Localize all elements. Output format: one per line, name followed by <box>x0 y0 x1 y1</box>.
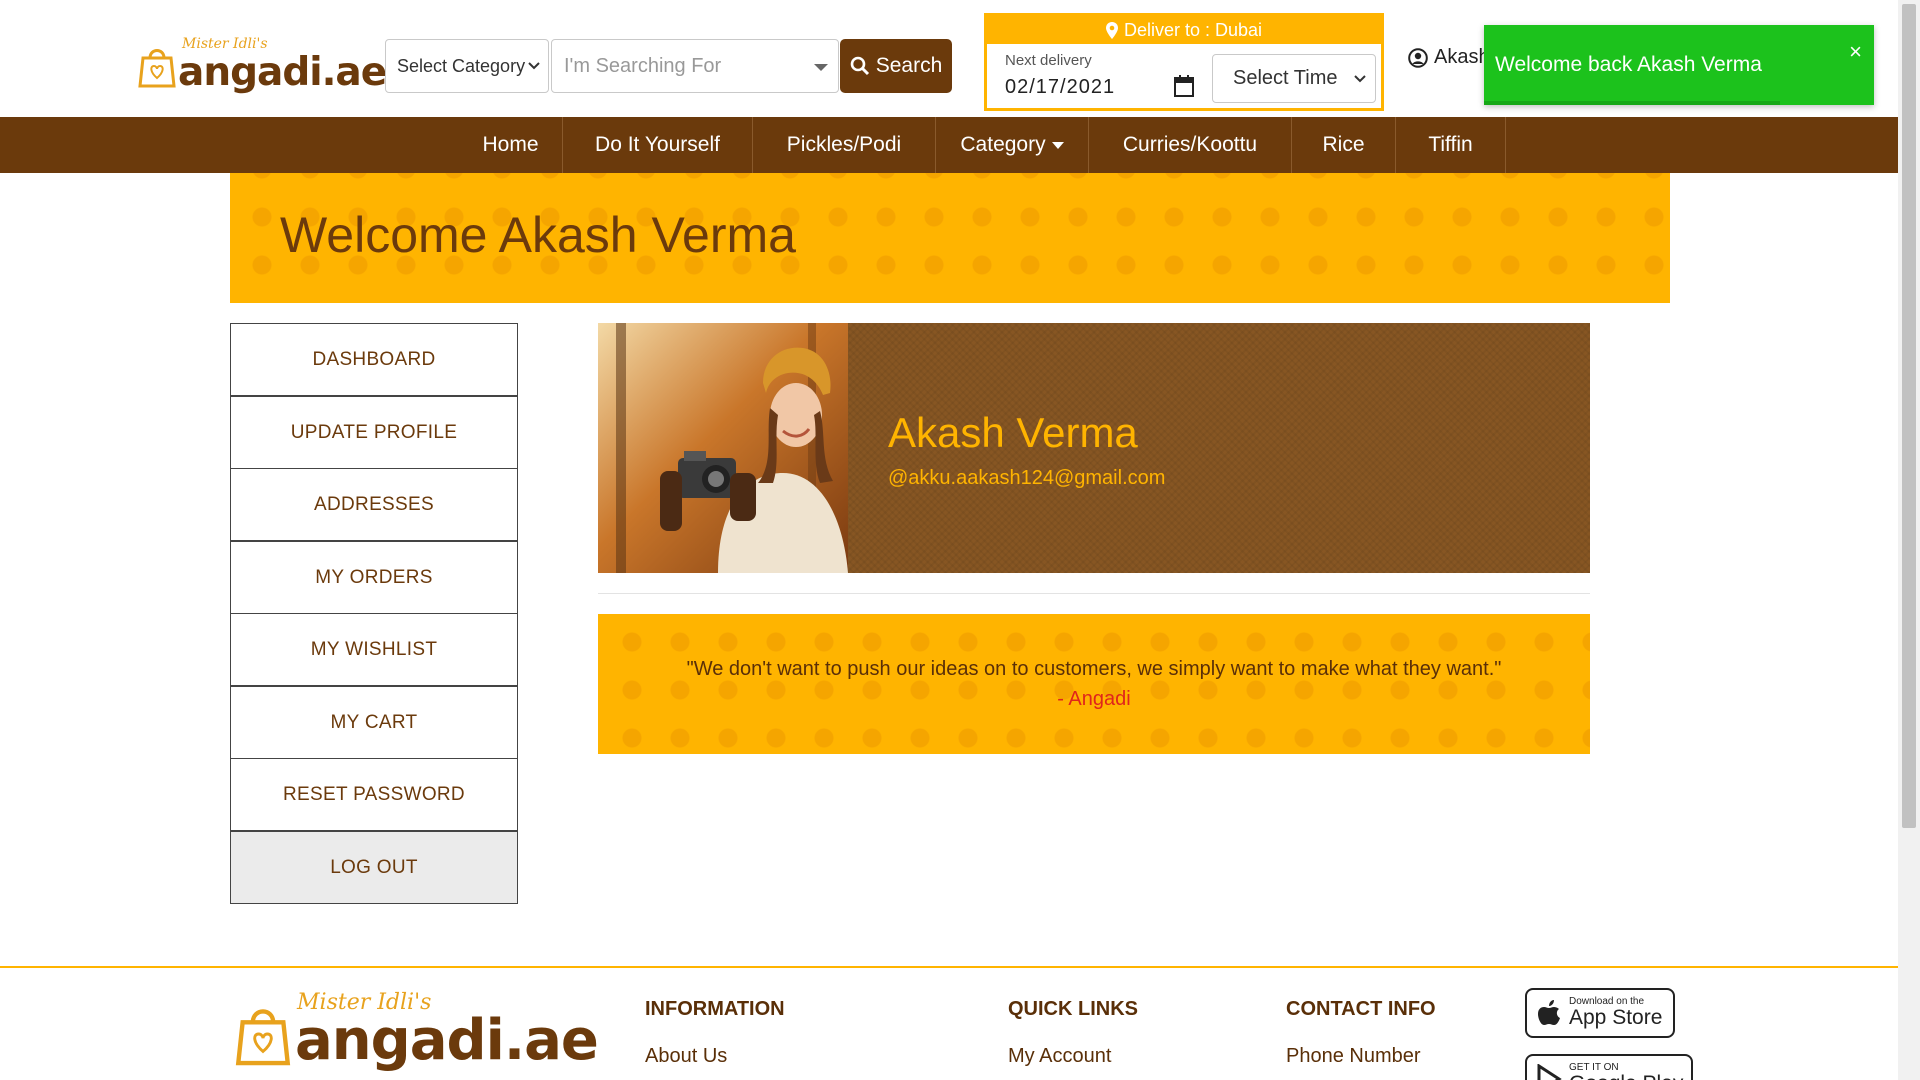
user-name: Akash <box>1434 46 1490 68</box>
quote-text: "We don't want to push our ideas on to c… <box>686 658 1502 680</box>
category-select-label: Select Category <box>397 55 526 76</box>
page-title: Welcome Akash Verma <box>280 207 796 263</box>
sidebar-item-label: RESET PASSWORD <box>283 783 465 805</box>
sidebar-item-label: MY WISHLIST <box>310 638 438 660</box>
nav-category[interactable]: Category <box>936 117 1089 173</box>
footer-link-my-account[interactable]: My Account <box>1008 1045 1111 1068</box>
welcome-toast: Welcome back Akash Verma × <box>1484 25 1874 105</box>
search-button-label: Search <box>875 54 943 77</box>
sidebar-item-addresses[interactable]: ADDRESSES <box>230 468 518 541</box>
google-play-icon <box>1537 1064 1562 1080</box>
page-scrollbar[interactable] <box>1898 0 1920 1080</box>
deliver-to-text: Deliver to : Dubai <box>1123 19 1263 40</box>
sidebar-item-label: ADDRESSES <box>314 493 434 515</box>
delivery-box: Deliver to : Dubai Next delivery 02/17/2… <box>984 13 1384 111</box>
toast-message: Welcome back Akash Verma <box>1495 53 1762 76</box>
sidebar-item-my-orders[interactable]: MY ORDERS <box>230 541 518 614</box>
nav-pickles-podi[interactable]: Pickles/Podi <box>753 117 936 173</box>
chevron-down-icon <box>1354 75 1366 83</box>
brand-name: angadi.ae <box>178 50 387 95</box>
page: Mister Idli's angadi.ae Select Category … <box>0 0 1920 1080</box>
caret-down-icon <box>1051 141 1064 149</box>
caret-down-icon <box>814 64 828 71</box>
nav-curries-koottu[interactable]: Curries/Koottu <box>1089 117 1292 173</box>
time-select-label: Select Time <box>1233 67 1338 89</box>
nav-diy-label: Do It Yourself <box>595 133 720 156</box>
footer-heading-information: INFORMATION <box>645 998 785 1020</box>
footer-heading-quick-links: QUICK LINKS <box>1008 998 1138 1020</box>
nav-pickles-label: Pickles/Podi <box>786 133 902 156</box>
footer-logo[interactable]: Mister Idli's angadi.ae <box>235 990 599 1080</box>
next-delivery-label: Next delivery <box>1005 52 1092 69</box>
user-menu[interactable]: Akash <box>1408 46 1490 69</box>
map-marker-icon <box>1105 21 1118 39</box>
profile-photo <box>598 323 848 573</box>
sidebar-item-label: DASHBOARD <box>312 348 436 370</box>
user-circle-icon <box>1408 47 1428 68</box>
chevron-down-icon <box>528 62 540 70</box>
delivery-date-input[interactable]: 02/17/2021 <box>1005 76 1115 99</box>
nav-category-label: Category <box>960 133 1046 156</box>
welcome-banner: Welcome Akash Verma <box>230 173 1670 303</box>
footer-brand-name: angadi.ae <box>295 1008 599 1073</box>
shopping-bag-icon <box>235 1009 291 1066</box>
close-icon[interactable]: × <box>1849 39 1862 65</box>
profile-name: Akash Verma <box>888 409 1138 456</box>
category-select[interactable]: Select Category <box>385 39 549 93</box>
sidebar-item-reset-password[interactable]: RESET PASSWORD <box>230 758 518 831</box>
google-play-badge[interactable]: GET IT ON Google Play <box>1525 1054 1693 1080</box>
profile-email: @akku.aakash124@gmail.com <box>888 467 1166 489</box>
search-icon <box>850 56 869 76</box>
nav-home-label: Home <box>482 133 539 156</box>
search-input[interactable]: I'm Searching For <box>551 39 839 93</box>
sidebar-item-my-cart[interactable]: MY CART <box>230 686 518 759</box>
search-placeholder: I'm Searching For <box>564 54 722 77</box>
shopping-bag-icon <box>138 49 176 88</box>
deliver-to-header[interactable]: Deliver to : Dubai <box>987 16 1381 44</box>
brand-logo[interactable]: Mister Idli's angadi.ae <box>138 36 387 96</box>
footer-link-about-us[interactable]: About Us <box>645 1045 727 1068</box>
profile-card: Akash Verma @akku.aakash124@gmail.com <box>598 323 1590 573</box>
sidebar-item-log-out[interactable]: LOG OUT <box>230 831 518 904</box>
nav-rice-label: Rice <box>1322 133 1365 156</box>
footer-heading-contact-info: CONTACT INFO <box>1286 998 1436 1020</box>
sidebar-item-dashboard[interactable]: DASHBOARD <box>230 323 518 396</box>
calendar-icon[interactable] <box>1174 75 1194 97</box>
main-nav: Home Do It Yourself Pickles/Podi Categor… <box>0 117 1898 173</box>
search-button[interactable]: Search <box>840 39 952 93</box>
apple-icon <box>1538 1000 1560 1025</box>
sidebar-item-my-wishlist[interactable]: MY WISHLIST <box>230 613 518 686</box>
sidebar-item-label: MY ORDERS <box>315 566 433 588</box>
app-store-big: App Store <box>1569 1006 1663 1029</box>
footer-divider <box>0 966 1898 968</box>
divider <box>598 593 1590 594</box>
quote-box: "We don't want to push our ideas on to c… <box>598 614 1590 754</box>
quote-author: - Angadi <box>1057 688 1131 710</box>
nav-tiffin[interactable]: Tiffin <box>1396 117 1506 173</box>
google-play-big: Google Play <box>1569 1072 1683 1080</box>
toast-progress-bar <box>1484 101 1781 105</box>
sidebar-item-label: MY CART <box>330 711 418 733</box>
sidebar-item-update-profile[interactable]: UPDATE PROFILE <box>230 396 518 469</box>
nav-tiffin-label: Tiffin <box>1428 133 1473 156</box>
nav-do-it-yourself[interactable]: Do It Yourself <box>563 117 753 173</box>
nav-rice[interactable]: Rice <box>1292 117 1396 173</box>
sidebar-item-label: UPDATE PROFILE <box>290 421 458 443</box>
app-store-badge[interactable]: Download on the App Store <box>1525 988 1675 1038</box>
time-select[interactable]: Select Time <box>1212 54 1376 103</box>
footer-contact-phone: Phone Number <box>1286 1045 1421 1067</box>
scrollbar-thumb[interactable] <box>1902 4 1916 828</box>
nav-curries-label: Curries/Koottu <box>1122 133 1258 156</box>
sidebar-item-label: LOG OUT <box>330 856 418 878</box>
nav-home[interactable]: Home <box>459 117 563 173</box>
